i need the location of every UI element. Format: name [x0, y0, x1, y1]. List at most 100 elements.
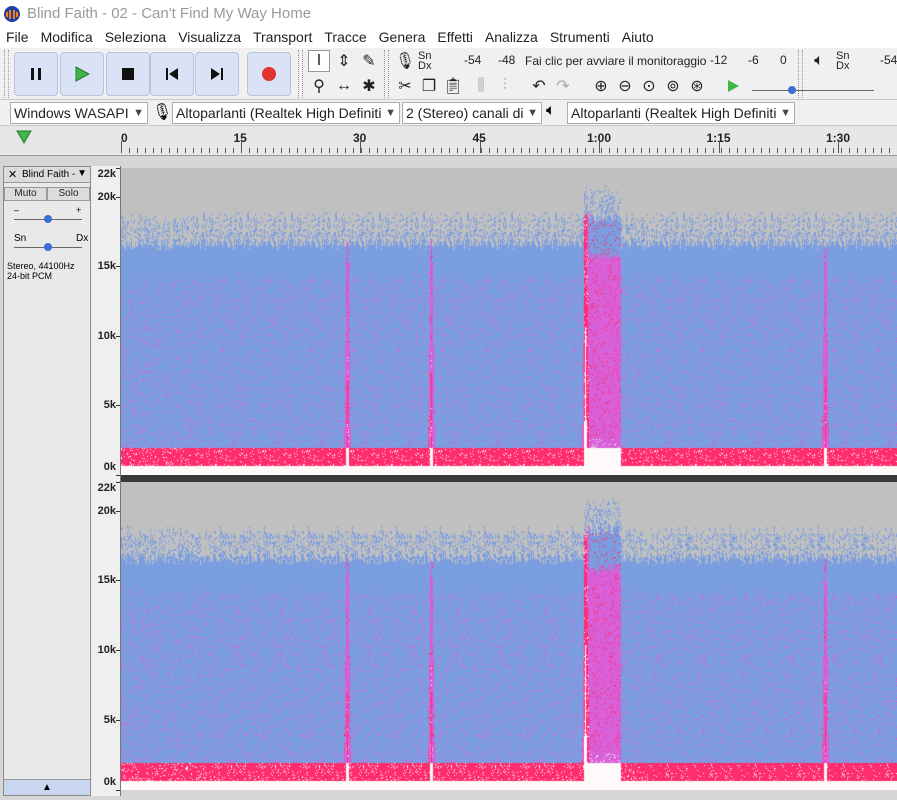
gain-slider-thumb[interactable]	[43, 214, 53, 224]
track-format: Stereo, 44100Hz	[7, 261, 75, 271]
menu-effects[interactable]: Effetti	[431, 27, 479, 48]
pencil-icon: ✎	[362, 53, 376, 70]
redo-button[interactable]: ↷	[552, 75, 574, 97]
undo-button[interactable]: ↶	[528, 75, 550, 97]
menu-edit[interactable]: Modifica	[35, 27, 99, 48]
frequency-tick	[116, 580, 120, 582]
solo-button[interactable]: Solo	[47, 187, 90, 201]
zoom-tool[interactable]: ⚲	[308, 75, 330, 97]
menu-generate[interactable]: Genera	[373, 27, 432, 48]
timeline-minor-tick	[833, 148, 834, 153]
timeline-minor-tick	[129, 148, 130, 153]
timeline-minor-tick	[825, 148, 826, 153]
cut-button[interactable]: ✂	[394, 75, 416, 97]
rec-meter-tick-12: -12	[710, 53, 728, 67]
skip-to-start-button[interactable]	[150, 52, 194, 96]
copy-button[interactable]: ❐	[418, 75, 440, 97]
timeline-minor-tick	[793, 148, 794, 153]
timeline-minor-tick	[577, 148, 578, 153]
timeline-minor-tick	[817, 148, 818, 153]
frequency-tick	[116, 790, 120, 791]
zoom-toggle-button[interactable]: ⊛	[686, 75, 708, 97]
timeline-minor-tick	[425, 148, 426, 153]
play-at-speed-icon	[728, 80, 739, 92]
timeline-minor-tick	[545, 148, 546, 153]
gain-minus-label: –	[14, 205, 20, 215]
play-speed-thumb[interactable]	[787, 84, 797, 96]
record-meter-button[interactable]: 🎙︎	[394, 50, 416, 72]
timeline-minor-tick	[625, 148, 626, 153]
toolbar-grip[interactable]	[298, 50, 303, 98]
pan-slider-thumb[interactable]	[43, 242, 53, 252]
recording-channels-select[interactable]: 2 (Stereo) canali di ▼	[402, 102, 542, 124]
play-speed-slider[interactable]	[752, 90, 874, 91]
menu-select[interactable]: Seleziona	[99, 27, 173, 48]
time-shift-tool[interactable]: ↔	[333, 75, 355, 97]
fit-selection-button[interactable]: ⊙	[638, 75, 660, 97]
menu-view[interactable]: Visualizza	[172, 27, 247, 48]
recording-device-value: Altoparlanti (Realtek High Definiti	[176, 105, 382, 121]
zoom-in-button[interactable]: ⊕	[590, 75, 612, 97]
timeline-minor-tick	[273, 148, 274, 153]
timeline-minor-tick	[457, 148, 458, 153]
play-head-pin-icon[interactable]	[16, 130, 32, 144]
recording-device-select[interactable]: Altoparlanti (Realtek High Definiti ▼	[172, 102, 400, 124]
timeline-minor-tick	[689, 148, 690, 153]
silence-audio-icon: ⫶	[502, 77, 507, 94]
play-icon	[75, 66, 90, 82]
audacity-logo-icon	[4, 5, 20, 22]
rec-meter-tick-54: -54	[464, 53, 482, 67]
trim-button[interactable]: ⫼	[470, 75, 492, 97]
right-channel-spectrogram[interactable]	[121, 482, 897, 790]
draw-tool[interactable]: ✎	[358, 50, 380, 72]
multi-tool[interactable]: ✱	[358, 75, 380, 97]
timeline-minor-tick	[865, 148, 866, 153]
track-name-button[interactable]: Blind Faith -	[22, 169, 75, 180]
close-track-icon[interactable]: ✕	[8, 168, 17, 181]
monitor-prompt[interactable]: Fai clic per avviare il monitoraggio	[525, 54, 706, 68]
timeline-minor-tick	[777, 148, 778, 153]
menu-help[interactable]: Aiuto	[616, 27, 660, 48]
frequency-tick	[116, 405, 120, 407]
timeline-minor-tick	[505, 148, 506, 153]
timeline-tick-label: 0	[121, 131, 128, 145]
paste-button[interactable]: 📋︎	[442, 75, 464, 97]
audio-host-select[interactable]: Windows WASAPI ▼	[10, 102, 148, 124]
timeline-ruler[interactable]: 0 15 30 45 1:00 1:15 1:30	[0, 126, 897, 156]
play-meter-button[interactable]: 🔈︎	[808, 50, 830, 72]
silence-button[interactable]: ⫶	[494, 75, 516, 97]
timeline-major-tick	[718, 141, 720, 153]
track-menu-chevron-icon[interactable]: ▼	[77, 168, 87, 179]
toolbar-grip[interactable]	[4, 50, 9, 98]
spectrogram-canvas-right	[121, 482, 897, 790]
frequency-label: 20k	[97, 190, 116, 203]
left-channel-spectrogram[interactable]	[121, 168, 897, 475]
record-button[interactable]	[247, 52, 291, 96]
collapse-track-button[interactable]: ▲	[4, 779, 90, 795]
magnifier-icon: ⚲	[313, 78, 325, 95]
pause-button[interactable]	[14, 52, 58, 96]
zoom-out-icon: ⊖	[618, 78, 632, 95]
toolbar-grip[interactable]	[384, 50, 389, 98]
menu-file[interactable]: File	[0, 27, 35, 48]
frequency-ruler[interactable]: 22k 20k 15k 10k 5k 0k 22k 20k 15k 10k 5k 0k	[91, 166, 121, 796]
fit-project-button[interactable]: ⊚	[662, 75, 684, 97]
play-at-speed-button[interactable]	[722, 75, 744, 97]
stop-button[interactable]	[106, 52, 150, 96]
menu-analyze[interactable]: Analizza	[479, 27, 544, 48]
timeline-minor-tick	[369, 148, 370, 153]
menu-tracks[interactable]: Tracce	[318, 27, 372, 48]
zoom-out-button[interactable]: ⊖	[614, 75, 636, 97]
skip-to-end-button[interactable]	[195, 52, 239, 96]
selection-tool[interactable]: I	[308, 50, 330, 72]
menu-tools[interactable]: Strumenti	[544, 27, 616, 48]
timeline-minor-tick	[529, 148, 530, 153]
timeline-minor-tick	[705, 148, 706, 153]
envelope-tool[interactable]: ⇕	[333, 50, 355, 72]
play-button[interactable]	[60, 52, 104, 96]
playback-device-select[interactable]: Altoparlanti (Realtek High Definiti ▼	[567, 102, 795, 124]
menu-transport[interactable]: Transport	[247, 27, 318, 48]
mute-button[interactable]: Muto	[4, 187, 47, 201]
timeline-minor-tick	[665, 148, 666, 153]
timeline-minor-tick	[785, 148, 786, 153]
